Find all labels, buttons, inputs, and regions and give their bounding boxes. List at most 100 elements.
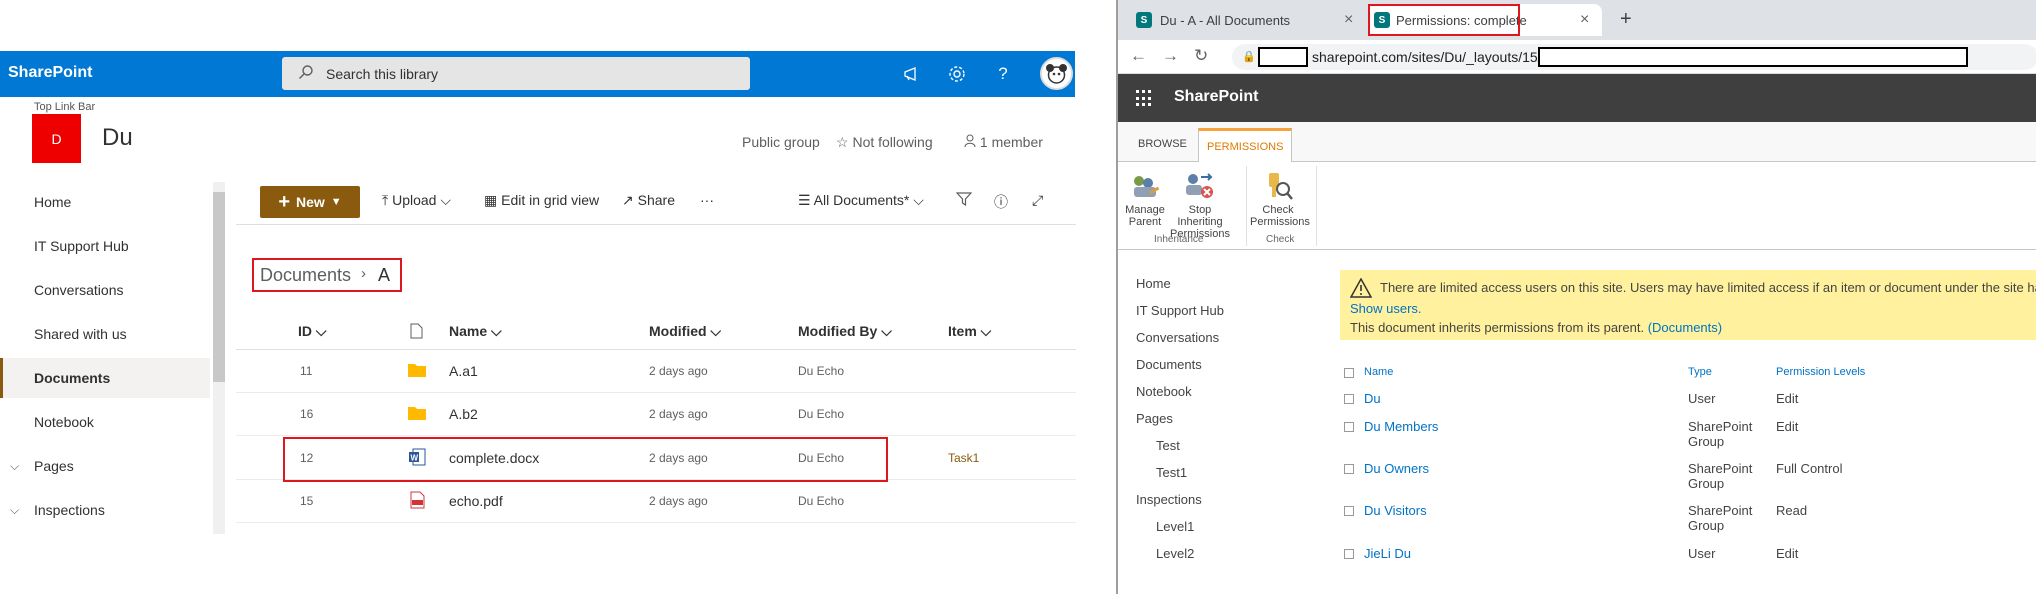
gear-icon[interactable]	[946, 63, 968, 85]
row-checkbox[interactable]	[1344, 549, 1354, 559]
divider	[1316, 166, 1317, 246]
close-icon[interactable]: ×	[1580, 11, 1589, 29]
back-icon[interactable]: ←	[1130, 46, 1147, 66]
site-logo[interactable]: D	[32, 114, 81, 163]
nav-it-support-hub[interactable]: IT Support Hub	[1136, 303, 1224, 318]
nav-conversations[interactable]: Conversations	[0, 270, 210, 310]
row-checkbox[interactable]	[1344, 506, 1354, 516]
breadcrumb-documents[interactable]: Documents	[260, 265, 351, 286]
row-name[interactable]: A.b2	[449, 406, 478, 422]
documents-link[interactable]: (Documents)	[1648, 320, 1722, 335]
table-row[interactable]: 11 A.a1 2 days ago Du Echo	[236, 350, 1076, 393]
follow-button[interactable]: ☆ Not following	[836, 134, 933, 151]
row-checkbox[interactable]	[1344, 394, 1354, 404]
reload-icon[interactable]: ↻	[1194, 46, 1208, 66]
nav-notebook[interactable]: Notebook	[0, 402, 210, 442]
upload-button[interactable]: ⤒ Upload ⌵	[382, 192, 451, 209]
help-icon[interactable]: ?	[992, 63, 1014, 85]
row-modified-by[interactable]: Du Echo	[798, 407, 844, 421]
col-item[interactable]: Item ⌵	[948, 323, 991, 340]
col-type[interactable]: Type	[1688, 366, 1712, 378]
nav-documents[interactable]: Documents	[0, 358, 210, 398]
members-button[interactable]: 1 member	[964, 134, 1043, 150]
nav-inspections[interactable]: ⌵ Inspections	[0, 490, 210, 530]
nav-level1[interactable]: Level1	[1156, 519, 1194, 534]
perm-name[interactable]: JieLi Du	[1364, 546, 1411, 561]
row-item[interactable]: Task1	[948, 451, 979, 465]
address-bar[interactable]: 🔒 sharepoint.com/sites/Du/_layouts/15/us…	[1232, 44, 2036, 70]
col-modified[interactable]: Modified ⌵	[649, 323, 721, 340]
table-row[interactable]: 15 echo.pdf 2 days ago Du Echo	[236, 480, 1076, 523]
perm-name[interactable]: Du Owners	[1364, 461, 1429, 476]
perm-level: Edit	[1776, 391, 1799, 406]
row-id: 15	[300, 494, 314, 508]
col-name[interactable]: Name ⌵	[449, 323, 502, 340]
site-title[interactable]: Du	[102, 124, 133, 152]
filter-icon[interactable]	[955, 192, 973, 209]
expand-icon[interactable]: ⤢	[1032, 192, 1043, 209]
edit-grid-button[interactable]: ▦ Edit in grid view	[484, 192, 599, 209]
table-row[interactable]: 16 A.b2 2 days ago Du Echo	[236, 393, 1076, 436]
sharepoint-brand[interactable]: SharePoint	[1174, 88, 1258, 106]
megaphone-icon[interactable]	[901, 63, 923, 85]
row-checkbox[interactable]	[1344, 464, 1354, 474]
perm-name[interactable]: Du Visitors	[1364, 503, 1427, 518]
file-type-icon[interactable]	[410, 323, 423, 342]
limited-access-alert: There are limited access users on this s…	[1340, 270, 2036, 340]
perm-name[interactable]: Du	[1364, 391, 1381, 406]
manage-parent-button[interactable]: Manage Parent	[1122, 168, 1168, 228]
forward-icon[interactable]: →	[1162, 46, 1179, 66]
view-selector[interactable]: ☰ All Documents* ⌵	[798, 192, 924, 209]
nav-test[interactable]: Test	[1156, 438, 1180, 453]
select-all-checkbox[interactable]	[1344, 368, 1354, 378]
row-checkbox[interactable]	[1344, 422, 1354, 432]
perm-name[interactable]: Du Members	[1364, 419, 1438, 434]
col-id[interactable]: ID ⌵	[298, 323, 327, 340]
search-box[interactable]: Search this library	[282, 57, 750, 90]
row-name[interactable]: A.a1	[449, 363, 478, 379]
show-users-link[interactable]: Show users.	[1350, 301, 1422, 316]
nav-label: IT Support Hub	[34, 238, 129, 254]
share-button[interactable]: ↗ Share	[622, 192, 675, 209]
nav-shared-with-us[interactable]: Shared with us	[0, 314, 210, 354]
info-icon[interactable]: ⓘ	[994, 192, 1008, 212]
nav-pages[interactable]: ⌵ Pages	[0, 446, 210, 486]
top-link-bar[interactable]: Top Link Bar	[34, 101, 95, 113]
nav-conversations[interactable]: Conversations	[1136, 330, 1219, 345]
close-icon[interactable]: ×	[1344, 11, 1353, 29]
check-permissions-button[interactable]: Check Permissions	[1250, 168, 1310, 228]
row-name[interactable]: echo.pdf	[449, 493, 503, 509]
col-name[interactable]: Name	[1364, 366, 1393, 378]
col-modified-by[interactable]: Modified By ⌵	[798, 323, 892, 340]
scrollbar-thumb[interactable]	[213, 192, 225, 382]
nav-home[interactable]: Home	[0, 182, 210, 222]
breadcrumb-current: A	[378, 265, 391, 285]
chevron-down-icon[interactable]: ⌵	[10, 503, 19, 518]
nav-documents[interactable]: Documents	[1136, 357, 1202, 372]
more-button[interactable]: ···	[700, 192, 714, 208]
tab-permissions-ribbon[interactable]: PERMISSIONS	[1198, 128, 1293, 162]
new-button[interactable]: + New ▼	[260, 186, 360, 218]
nav-test1[interactable]: Test1	[1156, 465, 1187, 480]
nav-pages[interactable]: Pages	[1136, 411, 1173, 426]
tab-all-documents[interactable]: S Du - A - All Documents ×	[1126, 4, 1364, 36]
nav-scrollbar[interactable]	[213, 182, 225, 534]
row-modified-by[interactable]: Du Echo	[798, 494, 844, 508]
nav-notebook[interactable]: Notebook	[1136, 384, 1192, 399]
user-avatar[interactable]	[1040, 57, 1073, 90]
nav-level2[interactable]: Level2	[1156, 546, 1194, 561]
row-modified-by[interactable]: Du Echo	[798, 364, 844, 378]
tab-browse[interactable]: BROWSE	[1138, 138, 1187, 150]
sharepoint-brand[interactable]: SharePoint	[8, 64, 92, 82]
nav-inspections[interactable]: Inspections	[1136, 492, 1202, 507]
perm-type: SharePoint Group	[1688, 503, 1753, 533]
stop-inheriting-button[interactable]: Stop Inheriting Permissions	[1170, 168, 1230, 240]
sharepoint-icon: S	[1136, 12, 1152, 28]
tab-strip: S Du - A - All Documents × S Permissions…	[1118, 0, 2036, 40]
chevron-down-icon[interactable]: ⌵	[10, 459, 19, 474]
new-tab-icon[interactable]: +	[1620, 8, 1632, 31]
nav-home[interactable]: Home	[1136, 276, 1171, 291]
nav-it-support-hub[interactable]: IT Support Hub	[0, 226, 210, 266]
app-launcher-icon[interactable]	[1136, 90, 1153, 107]
col-permission-levels[interactable]: Permission Levels	[1776, 366, 1865, 378]
